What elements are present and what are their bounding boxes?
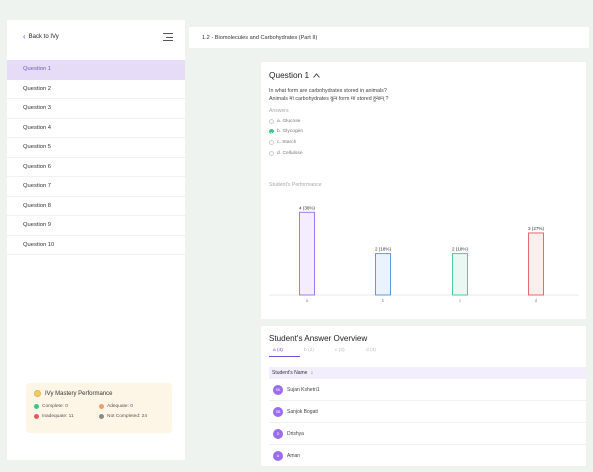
adequate-dot-icon	[99, 404, 104, 409]
divider	[269, 444, 586, 445]
student-name-column-header[interactable]: Student's Name ↓	[269, 367, 586, 379]
student-name: Sanjok Bogati	[287, 409, 318, 415]
page-title: 1.2 - Biomolecules and Carbohydrates (Pa…	[202, 34, 318, 41]
radio-icon	[269, 119, 274, 124]
avatar: SB	[273, 407, 283, 417]
answer-tabs: a (4) b (2) c (2) d (3)	[269, 348, 393, 357]
stat-not-completed-label: Not Completed: 24	[107, 414, 147, 419]
tab-c[interactable]: c (2)	[331, 348, 362, 357]
stat-adequate: Adequate: 0	[99, 404, 164, 409]
mastery-title-row: IVy Mastery Performance	[34, 390, 164, 397]
tab-b[interactable]: b (2)	[300, 348, 331, 357]
student-name: Drishya	[287, 431, 304, 437]
mastery-performance-card: IVy Mastery Performance Complete: 0 Adeq…	[26, 383, 172, 433]
student-name: Aman	[287, 453, 301, 459]
performance-chart: 4 (36%) a 2 (18%) b 2 (18%) c 3 (27%) d	[269, 205, 579, 303]
column-header-label: Student's Name	[272, 370, 308, 376]
data-label-c: 2 (18%)	[452, 247, 469, 252]
tick-label-a: a	[306, 298, 309, 303]
answer-overview-card: Student's Answer Overview a (4) b (2) c …	[261, 326, 586, 466]
answers-label: Answers	[269, 108, 289, 114]
tick-label-c: c	[459, 298, 462, 303]
sidebar-item-question-1[interactable]: Question 1	[7, 60, 185, 80]
not-completed-dot-icon	[99, 414, 104, 419]
avatar: A	[273, 451, 283, 461]
option-label: c. Starch	[277, 140, 297, 145]
sidebar-item-question-2[interactable]: Question 2	[7, 80, 185, 99]
student-row: A Aman	[273, 451, 585, 461]
bar-a	[299, 211, 315, 296]
question-text-np: Animals मा carbohydrates कुन form मा sto…	[269, 96, 389, 102]
option-label: a. Glucose	[277, 119, 301, 124]
stat-adequate-label: Adequate: 0	[107, 404, 133, 409]
overview-title: Student's Answer Overview	[269, 334, 368, 343]
back-button[interactable]: ‹ Back to IVy	[23, 32, 59, 41]
radio-icon	[269, 151, 274, 156]
tick-label-b: b	[382, 298, 385, 303]
student-row: SK Sujan Kshetri1	[273, 385, 585, 395]
data-label-a: 4 (36%)	[299, 205, 316, 210]
question-title: Question 1	[269, 70, 310, 80]
divider	[269, 422, 586, 423]
option-a: a. Glucose	[269, 119, 300, 124]
sort-arrow-down-icon[interactable]: ↓	[310, 370, 313, 376]
stat-complete-label: Complete: 0	[42, 404, 68, 409]
sidebar-item-question-3[interactable]: Question 3	[7, 99, 185, 119]
collapse-sidebar-icon[interactable]	[163, 33, 173, 41]
avatar: SK	[273, 385, 283, 395]
data-label-b: 2 (18%)	[375, 247, 392, 252]
tab-d[interactable]: d (3)	[362, 348, 393, 357]
sidebar-item-question-8[interactable]: Question 8	[7, 197, 185, 216]
divider	[269, 400, 586, 401]
bar-c	[452, 253, 468, 296]
question-text-en: In what form are carbohydrates stored in…	[269, 88, 387, 94]
sidebar-item-question-9[interactable]: Question 9	[7, 216, 185, 236]
bar-d	[528, 232, 544, 296]
sidebar-item-question-5[interactable]: Question 5	[7, 138, 185, 158]
topbar: 1.2 - Biomolecules and Carbohydrates (Pa…	[189, 27, 589, 48]
performance-label: Student's Performance	[269, 182, 322, 188]
student-row: SB Sanjok Bogati	[273, 407, 585, 417]
stat-inadequate-label: Inadequate: 11	[42, 414, 74, 419]
option-c: c. Starch	[269, 140, 296, 145]
option-b: b. Glycogen	[269, 129, 303, 134]
tick-label-d: d	[535, 298, 538, 303]
question-title-row[interactable]: Question 1	[269, 70, 320, 80]
stat-not-completed: Not Completed: 24	[99, 414, 164, 419]
avatar: D	[273, 429, 283, 439]
bar-b	[375, 253, 391, 296]
sidebar-item-question-6[interactable]: Question 6	[7, 158, 185, 177]
question-text: In what form are carbohydrates stored in…	[269, 87, 569, 103]
mastery-title: IVy Mastery Performance	[45, 390, 113, 397]
student-row: D Drishya	[273, 429, 585, 439]
tab-a[interactable]: a (4)	[269, 348, 300, 357]
stat-complete: Complete: 0	[34, 404, 99, 409]
stat-inadequate: Inadequate: 11	[34, 414, 99, 419]
sidebar-item-question-10[interactable]: Question 10	[7, 236, 185, 255]
sidebar-header: ‹ Back to IVy	[7, 20, 185, 54]
trophy-icon	[34, 390, 41, 397]
data-label-d: 3 (27%)	[528, 226, 545, 231]
option-d: d. Cellulose	[269, 151, 303, 156]
back-label: Back to IVy	[28, 34, 59, 40]
option-label: d. Cellulose	[277, 151, 303, 156]
radio-icon	[269, 140, 274, 145]
option-label: b. Glycogen	[277, 129, 304, 134]
question-card: Question 1 In what form are carbohydrate…	[261, 62, 586, 319]
question-list: Question 1 Question 2 Question 3 Questio…	[7, 60, 185, 255]
student-name: Sujan Kshetri1	[287, 387, 320, 393]
mastery-stats: Complete: 0 Adequate: 0 Inadequate: 11 N…	[34, 404, 164, 419]
chevron-up-icon[interactable]	[313, 72, 320, 78]
sidebar-item-question-7[interactable]: Question 7	[7, 177, 185, 197]
chevron-left-icon: ‹	[23, 32, 26, 41]
inadequate-dot-icon	[34, 414, 39, 419]
complete-dot-icon	[34, 404, 39, 409]
check-circle-icon	[269, 129, 274, 134]
sidebar-item-question-4[interactable]: Question 4	[7, 119, 185, 138]
